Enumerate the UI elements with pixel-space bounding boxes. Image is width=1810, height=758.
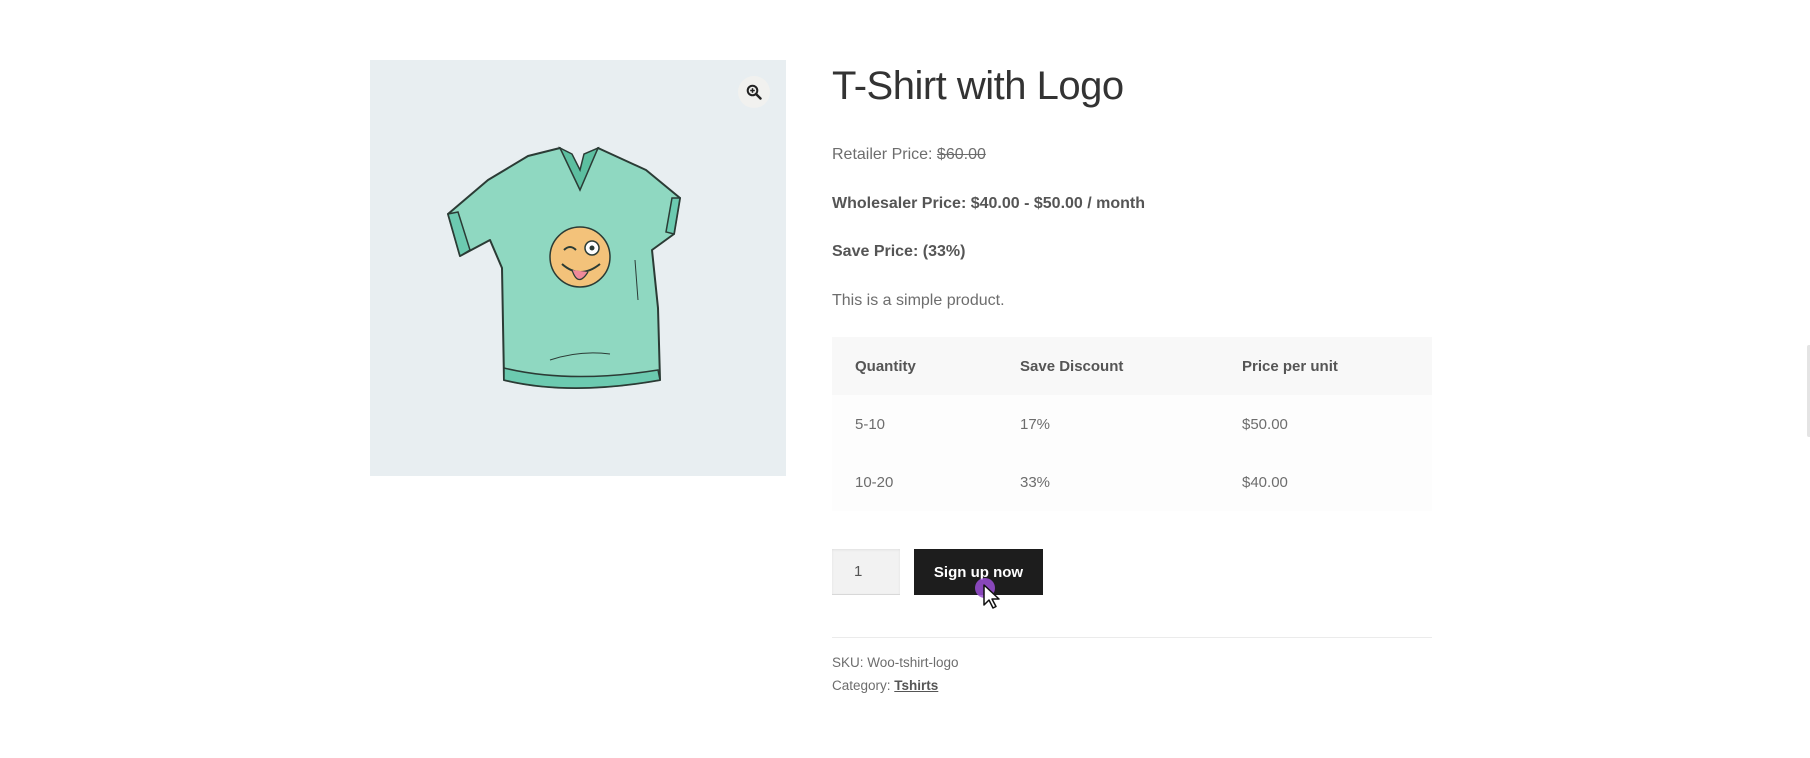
sign-up-button[interactable]: Sign up now: [914, 549, 1043, 595]
sku-label: SKU:: [832, 655, 868, 670]
cell-save-discount: 33%: [1020, 473, 1051, 491]
cell-price-per-unit: $40.00: [1242, 473, 1288, 491]
save-price-value: (33%): [922, 243, 966, 260]
quantity-input[interactable]: [832, 549, 900, 595]
column-header-save-discount: Save Discount: [1020, 357, 1124, 375]
product-page: T-Shirt with Logo Retailer Price: $60.00…: [0, 0, 1810, 758]
cell-quantity: 5-10: [855, 415, 886, 433]
discount-tier-table: Quantity Save Discount Price per unit 5-…: [832, 337, 1432, 511]
column-header-price-per-unit: Price per unit: [1242, 357, 1338, 375]
cell-quantity: 10-20: [855, 473, 894, 491]
category-label: Category:: [832, 678, 895, 693]
retailer-price: Retailer Price: $60.00: [832, 144, 986, 166]
save-price-label: Save Price:: [832, 243, 923, 260]
divider: [832, 637, 1432, 638]
product-category: Category: Tshirts: [832, 676, 938, 696]
sku-value: Woo-tshirt-logo: [867, 655, 959, 670]
wholesaler-price: Wholesaler Price: $40.00 - $50.00 / mont…: [832, 195, 1146, 212]
table-row: 10-20 33% $40.00: [832, 453, 1432, 511]
column-header-quantity: Quantity: [855, 357, 916, 375]
product-sku: SKU: Woo-tshirt-logo: [832, 653, 959, 673]
save-price: Save Price: (33%): [832, 241, 965, 263]
cell-save-discount: 17%: [1020, 415, 1051, 433]
cell-price-per-unit: $50.00: [1242, 415, 1288, 433]
retailer-price-label: Retailer Price:: [832, 146, 937, 163]
retailer-price-amount: $60.00: [936, 146, 986, 163]
table-row: 5-10 17% $50.00: [832, 395, 1432, 453]
zoom-button[interactable]: [738, 76, 770, 108]
product-title: T-Shirt with Logo: [832, 64, 1124, 108]
product-image: [447, 146, 681, 389]
table-header-row: Quantity Save Discount Price per unit: [832, 337, 1432, 395]
category-link[interactable]: Tshirts: [894, 678, 938, 693]
zoom-in-icon: [746, 84, 762, 100]
product-gallery[interactable]: [370, 60, 786, 476]
product-summary: T-Shirt with Logo Retailer Price: $60.00…: [832, 60, 1432, 693]
product-description: This is a simple product.: [832, 292, 1005, 309]
